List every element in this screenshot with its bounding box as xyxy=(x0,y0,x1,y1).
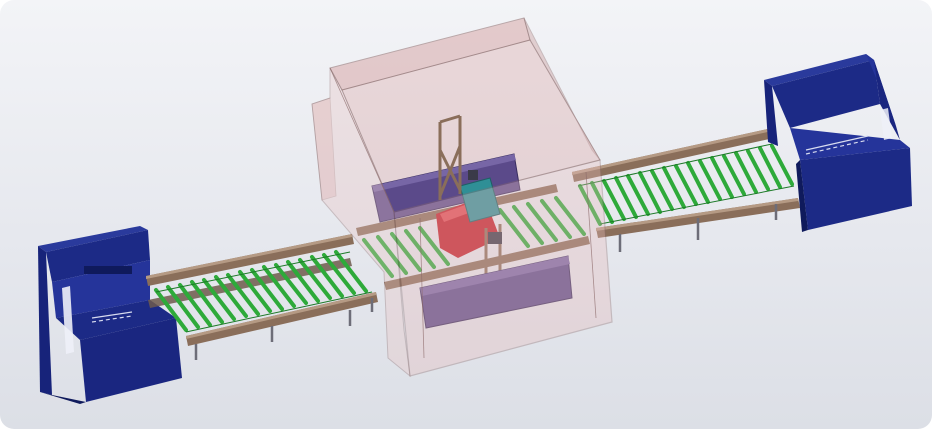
cad-viewport[interactable] xyxy=(0,0,932,429)
right-roller-conveyor xyxy=(572,128,800,252)
scene-canvas xyxy=(38,17,912,404)
left-loading-frame xyxy=(38,226,182,404)
left-roller-conveyor xyxy=(146,234,378,360)
